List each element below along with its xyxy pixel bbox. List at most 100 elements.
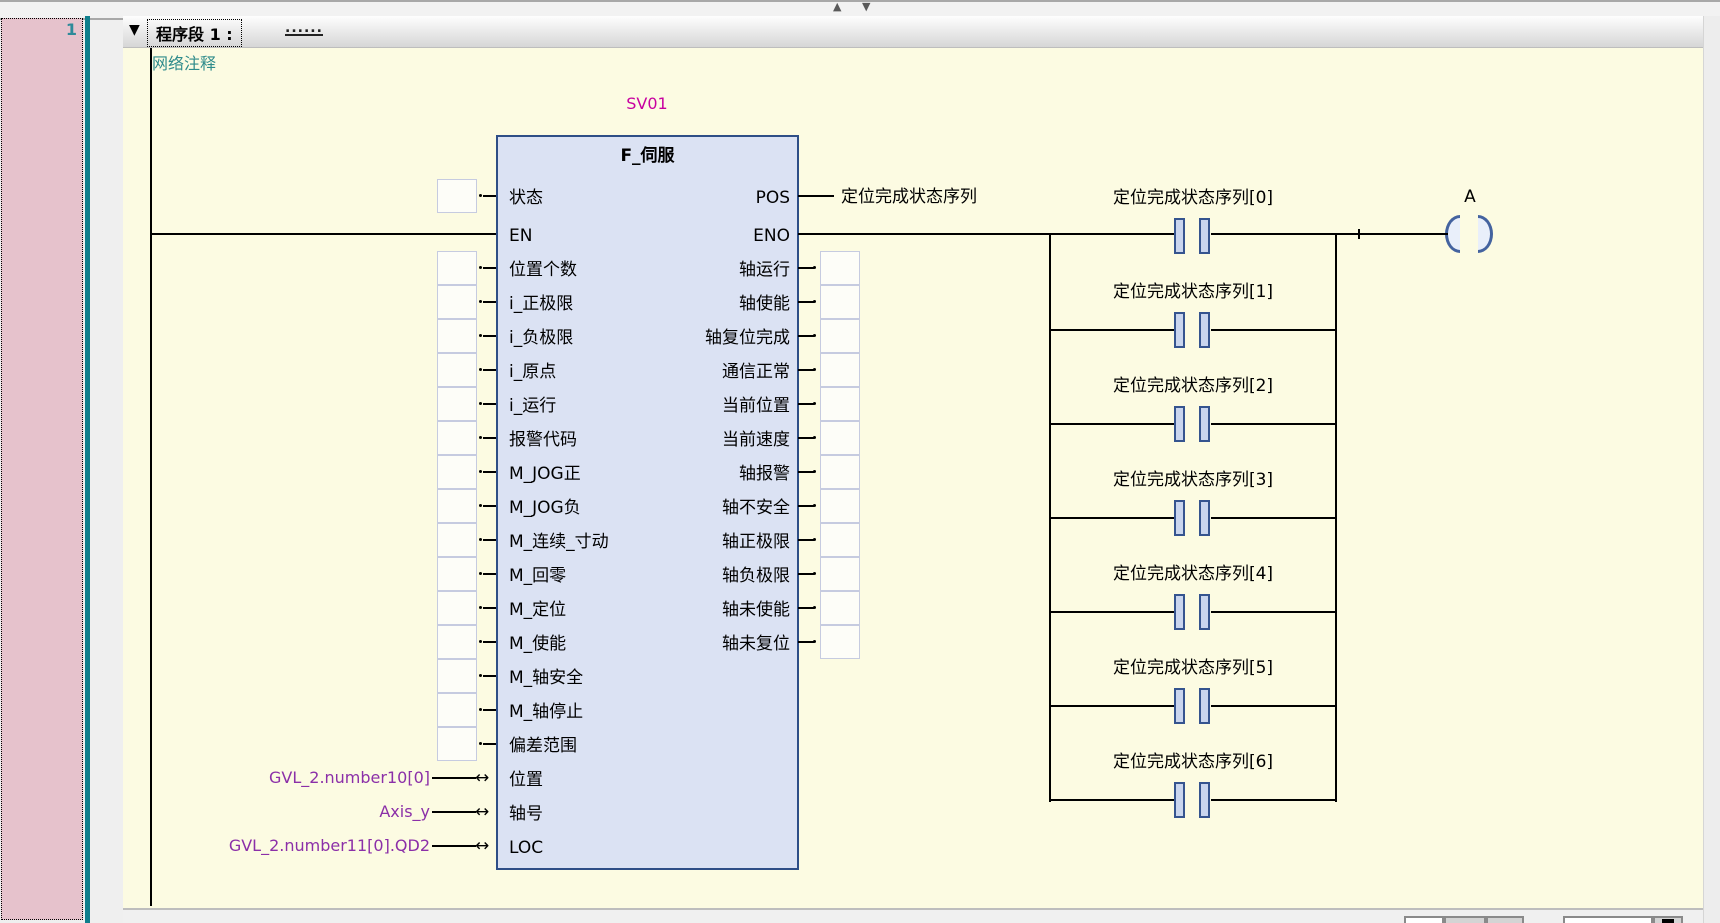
operand-box-empty[interactable] [820,319,860,353]
en-rung [152,233,496,235]
contact-symbol[interactable] [1199,782,1210,818]
pin-stub [798,607,814,609]
operand-box-empty[interactable] [820,421,860,455]
contact-symbol[interactable] [1174,782,1185,818]
branch-wire [1050,611,1175,613]
pin-stub [798,437,814,439]
pin-stub [798,471,814,473]
operand-box-empty[interactable] [820,387,860,421]
contact-symbol[interactable] [1174,406,1185,442]
wire-dot [479,742,482,745]
pin-stub [798,369,814,371]
wire-dot [813,572,816,575]
pin-stub [483,437,496,439]
branch-wire [1050,329,1175,331]
contact-symbol[interactable] [1174,688,1185,724]
inout-wire [432,777,476,779]
wire-dot [479,606,482,609]
operand-box-empty[interactable] [437,523,477,557]
operand-box-empty[interactable] [820,523,860,557]
contact-symbol[interactable] [1199,218,1210,254]
power-rail [150,48,152,906]
operand-box-empty[interactable] [437,659,477,693]
pin-stub [483,369,496,371]
operand-box-empty[interactable] [820,489,860,523]
pin-stub [483,573,496,575]
pin-stub [483,403,496,405]
operand-box-empty[interactable] [437,319,477,353]
wire-dot [813,368,816,371]
pin-stub [798,301,814,303]
pin-stub [483,641,496,643]
branch-wire [1211,799,1337,801]
pin-stub [483,539,496,541]
operand-box-empty[interactable] [437,489,477,523]
operand-box-empty[interactable] [437,179,477,213]
pin-stub [798,539,814,541]
branch-wire [1211,517,1337,519]
operand-box-empty[interactable] [820,591,860,625]
wire-dot [813,436,816,439]
operand-box-empty[interactable] [437,727,477,761]
wire-dot [813,334,816,337]
contact-symbol[interactable] [1199,594,1210,630]
contact-symbol[interactable] [1199,500,1210,536]
operand-box-empty[interactable] [437,557,477,591]
contact-symbol[interactable] [1174,218,1185,254]
wire-dot [479,334,482,337]
wire-dot [813,300,816,303]
operand-box-empty[interactable] [437,421,477,455]
wire-dot [479,538,482,541]
wire-dot [479,572,482,575]
wire-dot [479,300,482,303]
wire-dot [813,538,816,541]
branch-wire [1050,423,1175,425]
wire-dot [479,194,482,197]
wire-dot [479,640,482,643]
pin-stub [798,403,814,405]
operand-box-empty[interactable] [820,251,860,285]
operand-box-empty[interactable] [820,285,860,319]
pin-stub [798,573,814,575]
wire-dot [479,674,482,677]
contact-symbol[interactable] [1199,688,1210,724]
pin-stub [483,471,496,473]
contact-symbol[interactable] [1174,500,1185,536]
wire-junction-tick [1358,229,1360,239]
pin-stub [798,335,814,337]
contact-symbol[interactable] [1174,594,1185,630]
operand-box-empty[interactable] [820,455,860,489]
wire-dot [813,402,816,405]
wire-dot [479,504,482,507]
wire-dot [479,368,482,371]
wire-dot [479,436,482,439]
wire-dot [479,266,482,269]
branch-wire [1211,423,1337,425]
pin-stub [483,301,496,303]
operand-box-empty[interactable] [437,455,477,489]
operand-box-empty[interactable] [437,251,477,285]
contact-symbol[interactable] [1199,312,1210,348]
operand-box-empty[interactable] [820,625,860,659]
pin-stub [483,743,496,745]
inout-wire [432,811,476,813]
operand-box-empty[interactable] [437,625,477,659]
operand-box-empty[interactable] [437,693,477,727]
operand-box-empty[interactable] [437,387,477,421]
pin-stub [483,709,496,711]
operand-box-empty[interactable] [437,353,477,387]
contact-symbol[interactable] [1199,406,1210,442]
branch-wire [1050,799,1175,801]
branch-wire [1211,329,1337,331]
operand-box-empty[interactable] [437,591,477,625]
wire-dot [813,266,816,269]
pin-stub [483,505,496,507]
wire-layer [0,0,1720,923]
contact-symbol[interactable] [1174,312,1185,348]
operand-box-empty[interactable] [820,557,860,591]
pin-stub [798,641,814,643]
operand-box-empty[interactable] [820,353,860,387]
pin-stub [483,267,496,269]
operand-box-empty[interactable] [437,285,477,319]
pin-stub [798,267,814,269]
